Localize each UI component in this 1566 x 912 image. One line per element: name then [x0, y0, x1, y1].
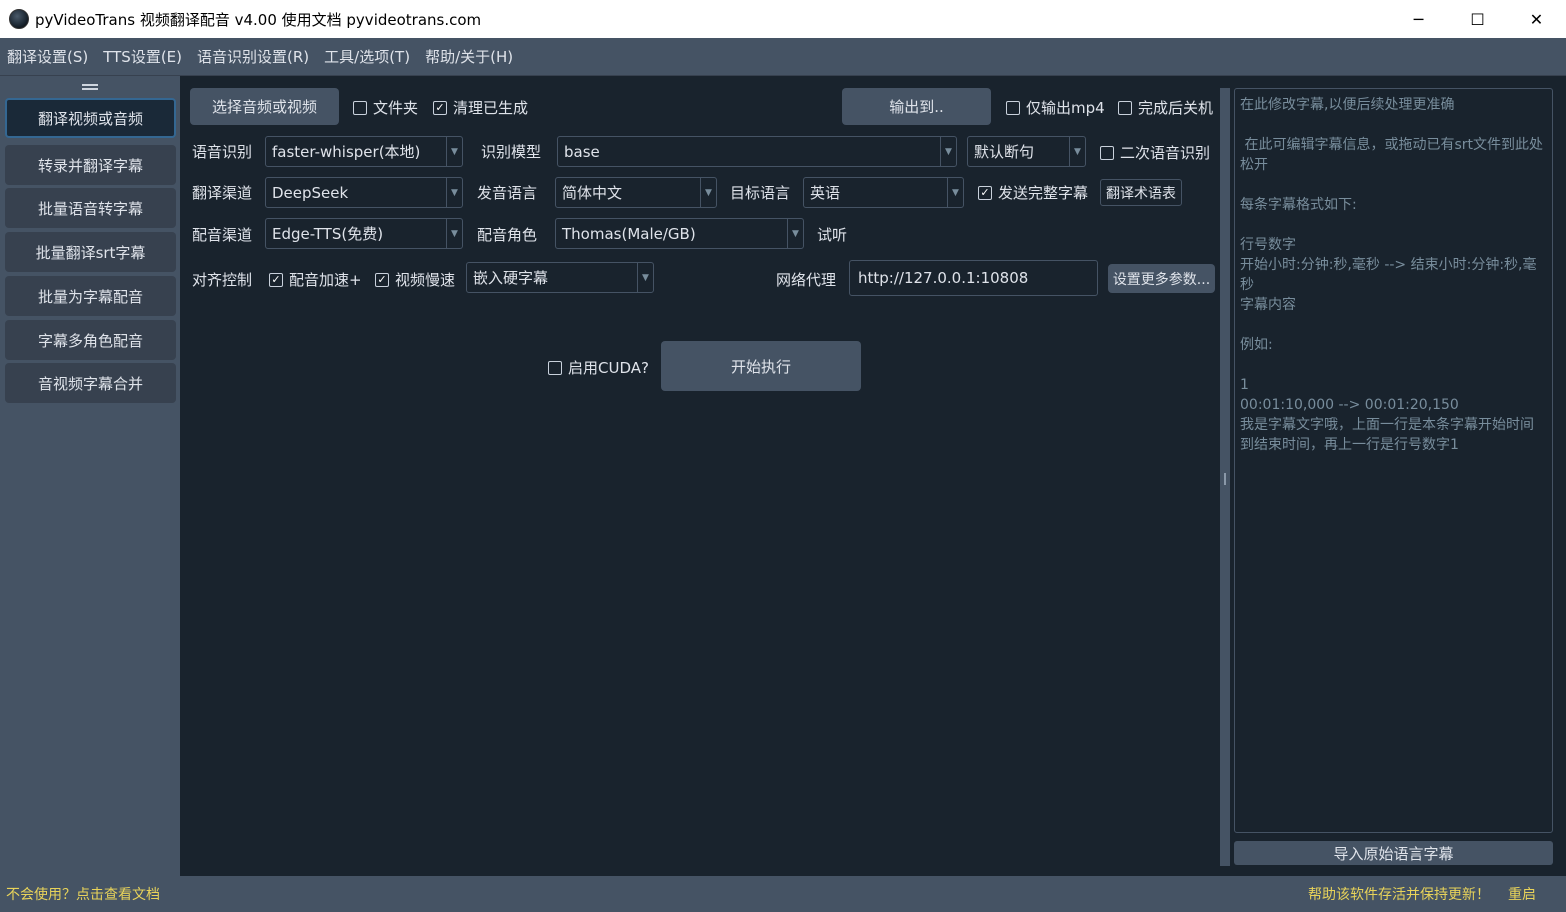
menu-tools[interactable]: 工具/选项(T) — [322, 46, 412, 67]
sidebar-item-transcribe-translate[interactable]: 转录并翻译字幕 — [5, 145, 176, 185]
checkmark-icon: ✓ — [375, 272, 389, 287]
menu-tts-settings[interactable]: TTS设置(E) — [101, 46, 184, 67]
checkmark-icon: ✓ — [269, 272, 283, 287]
checkmark-icon: ✓ — [433, 100, 447, 115]
title-bar: pyVideoTrans 视频翻译配音 v4.00 使用文档 pyvideotr… — [0, 0, 1566, 38]
window-controls: ─ ☐ ✕ — [1389, 0, 1566, 38]
dubbing-speed-up-checkbox[interactable]: ✓ 配音加速+ — [269, 269, 362, 290]
sidebar-handle-icon[interactable] — [82, 84, 98, 90]
sidebar-item-batch-speech-to-subtitle[interactable]: 批量语音转字幕 — [5, 188, 176, 228]
splitter-grip-icon — [1224, 473, 1226, 485]
minimize-button[interactable]: ─ — [1389, 0, 1448, 38]
translate-channel-label: 翻译渠道 — [192, 184, 253, 202]
start-button[interactable]: 开始执行 — [661, 341, 861, 391]
align-control-label: 对齐控制 — [192, 271, 253, 289]
voice-role-select[interactable]: Thomas(Male/GB) ▼ — [555, 218, 804, 249]
panel-splitter[interactable] — [1220, 88, 1230, 866]
asr-model-label: 识别模型 — [481, 143, 542, 161]
split-mode-select[interactable]: 默认断句 ▼ — [967, 136, 1086, 167]
chevron-down-icon: ▼ — [940, 137, 956, 166]
more-params-button[interactable]: 设置更多参数... — [1108, 264, 1215, 293]
tts-channel-select[interactable]: Edge-TTS(免费) ▼ — [265, 218, 463, 249]
select-media-button[interactable]: 选择音频或视频 — [190, 88, 339, 125]
chevron-down-icon: ▼ — [947, 178, 963, 207]
folder-checkbox[interactable]: 文件夹 — [353, 97, 418, 118]
checkbox-box — [548, 360, 562, 375]
sidebar-item-batch-dubbing[interactable]: 批量为字幕配音 — [5, 276, 176, 316]
subtitle-mode-select[interactable]: 嵌入硬字幕 ▼ — [466, 262, 654, 293]
glossary-button[interactable]: 翻译术语表 — [1100, 179, 1182, 206]
subtitle-panel: 在此修改字幕,以便后续处理更准确 在此可编辑字幕信息，或拖动已有srt文件到此处… — [1230, 76, 1566, 876]
menu-asr-settings[interactable]: 语音识别设置(R) — [195, 46, 311, 67]
asr-model-select[interactable]: base ▼ — [557, 136, 957, 167]
asr-engine-select[interactable]: faster-whisper(本地) ▼ — [265, 136, 463, 167]
only-mp4-checkbox[interactable]: 仅输出mp4 — [1006, 97, 1105, 118]
sidebar-item-merge-av-subtitle[interactable]: 音视频字幕合并 — [5, 363, 176, 403]
import-original-subtitle-button[interactable]: 导入原始语言字幕 — [1234, 841, 1553, 865]
chevron-down-icon: ▼ — [637, 263, 653, 292]
source-lang-select[interactable]: 简体中文 ▼ — [555, 177, 717, 208]
second-asr-checkbox[interactable]: 二次语音识别 — [1100, 142, 1210, 163]
target-lang-label: 目标语言 — [730, 184, 791, 202]
tts-channel-label: 配音渠道 — [192, 226, 253, 244]
status-bar: 不会使用？点击查看文档 帮助该软件存活并保持更新！ 重启 — [0, 876, 1566, 912]
checkmark-icon: ✓ — [978, 185, 992, 200]
status-right-group: 帮助该软件存活并保持更新！ 重启 — [1308, 884, 1536, 904]
app-logo-icon — [9, 9, 29, 29]
asr-label: 语音识别 — [192, 143, 253, 161]
restart-link[interactable]: 重启 — [1508, 884, 1536, 904]
sidebar: 翻译视频或音频 转录并翻译字幕 批量语音转字幕 批量翻译srt字幕 批量为字幕配… — [0, 76, 180, 876]
checkbox-box — [353, 100, 367, 115]
clean-generated-checkbox[interactable]: ✓ 清理已生成 — [433, 97, 528, 118]
close-button[interactable]: ✕ — [1507, 0, 1566, 38]
proxy-label: 网络代理 — [776, 271, 837, 289]
support-link[interactable]: 帮助该软件存活并保持更新！ — [1308, 884, 1490, 904]
help-doc-link[interactable]: 不会使用？点击查看文档 — [6, 884, 160, 904]
target-lang-select[interactable]: 英语 ▼ — [803, 177, 964, 208]
main-panel: 选择音频或视频 文件夹 ✓ 清理已生成 输出到.. 仅输出mp4 完成后关机 语音… — [180, 76, 1220, 876]
shutdown-after-checkbox[interactable]: 完成后关机 — [1118, 97, 1213, 118]
proxy-input[interactable]: http://127.0.0.1:10808 — [849, 260, 1098, 296]
maximize-button[interactable]: ☐ — [1448, 0, 1507, 38]
output-to-button[interactable]: 输出到.. — [842, 88, 991, 125]
voice-role-label: 配音角色 — [477, 226, 538, 244]
chevron-down-icon: ▼ — [446, 178, 462, 207]
chevron-down-icon: ▼ — [700, 178, 716, 207]
sidebar-item-translate-video[interactable]: 翻译视频或音频 — [5, 98, 176, 138]
subtitle-editor[interactable]: 在此修改字幕,以便后续处理更准确 在此可编辑字幕信息，或拖动已有srt文件到此处… — [1234, 88, 1553, 833]
listen-button[interactable]: 试听 — [817, 224, 847, 245]
checkbox-box — [1100, 145, 1114, 160]
enable-cuda-checkbox[interactable]: 启用CUDA? — [548, 357, 649, 378]
video-slow-checkbox[interactable]: ✓ 视频慢速 — [375, 269, 455, 290]
menu-bar: 翻译设置(S) TTS设置(E) 语音识别设置(R) 工具/选项(T) 帮助/关… — [0, 38, 1566, 76]
sidebar-item-batch-translate-srt[interactable]: 批量翻译srt字幕 — [5, 232, 176, 272]
checkbox-box — [1118, 100, 1132, 115]
checkbox-box — [1006, 100, 1020, 115]
window-title: pyVideoTrans 视频翻译配音 v4.00 使用文档 pyvideotr… — [35, 10, 482, 29]
chevron-down-icon: ▼ — [446, 219, 462, 248]
chevron-down-icon: ▼ — [787, 219, 803, 248]
source-lang-label: 发音语言 — [477, 184, 538, 202]
send-full-subtitle-checkbox[interactable]: ✓ 发送完整字幕 — [978, 182, 1088, 203]
chevron-down-icon: ▼ — [446, 137, 462, 166]
menu-help[interactable]: 帮助/关于(H) — [423, 46, 515, 67]
translate-channel-select[interactable]: DeepSeek ▼ — [265, 177, 463, 208]
menu-translation-settings[interactable]: 翻译设置(S) — [5, 46, 90, 67]
chevron-down-icon: ▼ — [1069, 137, 1085, 166]
sidebar-item-multi-role-dubbing[interactable]: 字幕多角色配音 — [5, 320, 176, 360]
